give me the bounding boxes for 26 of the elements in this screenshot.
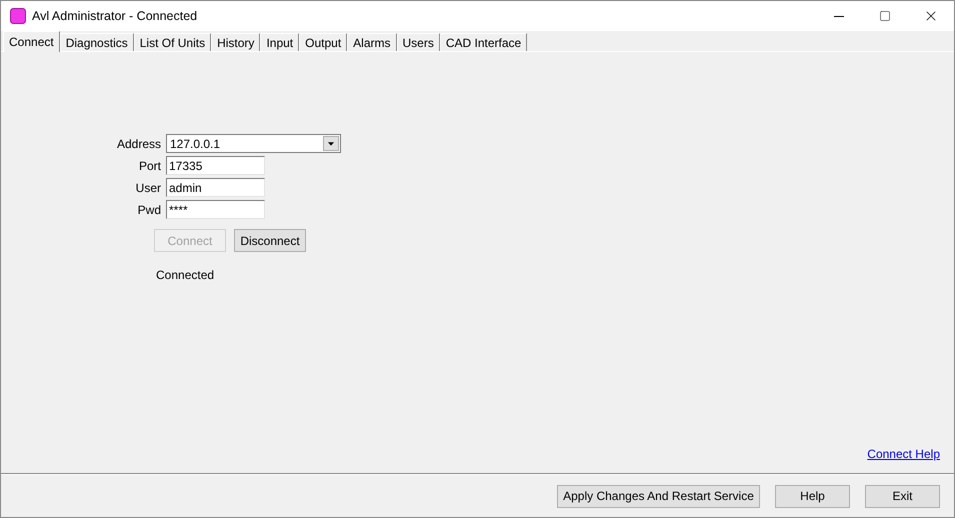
field-label: Port (138, 158, 161, 174)
input-field[interactable]: 17335 (166, 156, 265, 175)
window-title: Avl Administrator - Connected (32, 8, 198, 25)
tab[interactable]: CAD Interface (440, 33, 528, 51)
footer-button[interactable]: Apply Changes And Restart Service (557, 484, 760, 508)
app-icon (10, 8, 26, 24)
form-button[interactable]: Disconnect (234, 229, 306, 252)
tab[interactable]: List Of Units (134, 33, 212, 51)
tab[interactable]: Output (299, 33, 348, 51)
tab[interactable]: Alarms (347, 33, 397, 51)
help-link[interactable]: Connect Help (867, 445, 940, 463)
status-text: Connected (156, 268, 214, 282)
field-label: User (134, 180, 161, 196)
tab[interactable]: Diagnostics (60, 33, 134, 51)
maximize-icon (879, 10, 891, 22)
field-label: Address (116, 136, 161, 152)
footer-button[interactable]: Help (775, 484, 850, 508)
tab[interactable]: Connect (3, 31, 60, 52)
input-field[interactable]: admin (166, 178, 265, 197)
field-label: Pwd (136, 202, 161, 218)
input-field[interactable]: **** (166, 200, 265, 219)
address-dropdown[interactable]: 127.0.0.1 (166, 134, 341, 153)
tab[interactable]: Input (260, 33, 300, 51)
tab[interactable]: History (211, 33, 260, 51)
tab[interactable]: Users (396, 33, 440, 51)
footer-button[interactable]: Exit (865, 484, 940, 508)
